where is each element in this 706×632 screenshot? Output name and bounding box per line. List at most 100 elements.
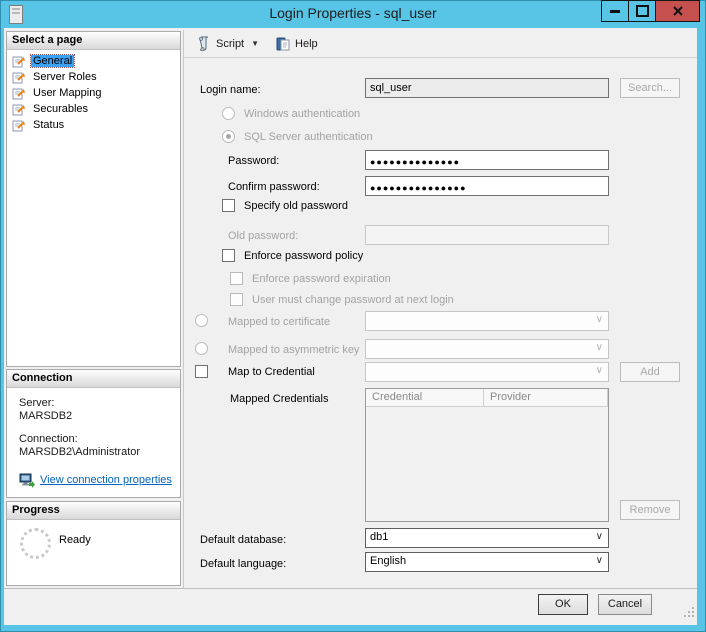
enforce-password-expiration-checkbox[interactable]	[230, 272, 243, 285]
sidebar-item-label: Securables	[31, 103, 90, 115]
connection-properties-icon	[19, 473, 35, 488]
credential-combobox[interactable]: ∨	[365, 362, 609, 382]
mapped-credentials-table[interactable]: Credential Provider	[365, 388, 609, 522]
specify-old-password-checkbox[interactable]	[222, 199, 235, 212]
connection-header: Connection	[7, 370, 180, 388]
sidebar-item-general[interactable]: General	[7, 53, 180, 69]
enforce-password-expiration-label: Enforce password expiration	[252, 273, 391, 285]
chevron-down-icon: ∨	[596, 365, 603, 376]
chevron-down-icon: ∨	[596, 342, 603, 353]
minimize-icon	[610, 10, 620, 13]
mapped-to-certificate-label: Mapped to certificate	[228, 316, 330, 328]
mapped-credentials-label: Mapped Credentials	[230, 393, 328, 405]
sidebar-item-securables[interactable]: Securables	[7, 101, 180, 117]
mapped-to-asymmetric-key-radio[interactable]	[195, 342, 208, 355]
login-name-label: Login name:	[200, 84, 261, 96]
progress-status: Ready	[59, 534, 91, 546]
map-to-credential-label: Map to Credential	[228, 366, 315, 378]
page-properties-icon	[12, 87, 26, 100]
select-page-header: Select a page	[7, 32, 180, 50]
enforce-password-policy-label: Enforce password policy	[244, 250, 363, 262]
page-properties-icon	[12, 71, 26, 84]
windows-authentication-label: Windows authentication	[244, 108, 360, 120]
confirm-password-input[interactable]	[365, 176, 609, 196]
close-button[interactable]	[655, 0, 700, 22]
search-button[interactable]: Search...	[620, 78, 680, 98]
mapped-to-asymmetric-key-label: Mapped to asymmetric key	[228, 344, 359, 356]
help-label: Help	[295, 38, 318, 50]
add-button[interactable]: Add	[620, 362, 680, 382]
sql-authentication-label: SQL Server authentication	[244, 131, 373, 143]
login-properties-window: Login Properties - sql_user Select a pag…	[0, 0, 706, 632]
remove-button[interactable]: Remove	[620, 500, 680, 520]
sql-authentication-radio[interactable]	[222, 130, 235, 143]
progress-header: Progress	[7, 502, 180, 520]
page-properties-icon	[12, 103, 26, 116]
sidebar-item-label: User Mapping	[31, 87, 103, 99]
chevron-down-icon: ∨	[596, 314, 603, 325]
default-language-combobox[interactable]: English ∨	[365, 552, 609, 572]
specify-old-password-label: Specify old password	[244, 200, 348, 212]
ok-button[interactable]: OK	[538, 594, 588, 615]
sidebar-item-label: General	[31, 55, 74, 67]
map-to-credential-checkbox[interactable]	[195, 365, 208, 378]
sidebar-item-label: Status	[31, 119, 66, 131]
maximize-button[interactable]	[628, 0, 656, 22]
provider-column-header[interactable]: Provider	[484, 389, 608, 407]
page-properties-icon	[12, 55, 26, 68]
script-scroll-icon	[196, 36, 212, 52]
maximize-icon	[636, 5, 649, 17]
old-password-input[interactable]	[365, 225, 609, 245]
progress-panel: Progress Ready	[6, 501, 181, 586]
default-language-label: Default language:	[200, 558, 286, 570]
connection-panel: Connection Server: MARSDB2 Connection: M…	[6, 369, 181, 498]
help-book-icon	[275, 36, 291, 52]
script-button[interactable]: Script ▼	[192, 33, 263, 55]
asymmetric-key-combobox[interactable]: ∨	[365, 339, 609, 359]
old-password-label: Old password:	[228, 230, 298, 242]
password-label: Password:	[228, 155, 279, 167]
script-label: Script	[216, 38, 244, 50]
table-header-row: Credential Provider	[366, 389, 608, 407]
view-connection-properties-link[interactable]: View connection properties	[40, 474, 172, 487]
confirm-password-label: Confirm password:	[228, 181, 320, 193]
certificate-combobox[interactable]: ∨	[365, 311, 609, 331]
default-database-value: db1	[370, 531, 388, 543]
default-database-combobox[interactable]: db1 ∨	[365, 528, 609, 548]
titlebar[interactable]: Login Properties - sql_user	[0, 0, 706, 28]
sidebar-item-server-roles[interactable]: Server Roles	[7, 69, 180, 85]
windows-authentication-radio[interactable]	[222, 107, 235, 120]
help-button[interactable]: Help	[271, 33, 322, 55]
window-controls	[602, 0, 700, 22]
must-change-password-checkbox[interactable]	[230, 293, 243, 306]
footer-bar	[4, 588, 697, 625]
panel-divider	[183, 30, 184, 588]
resize-grip-icon[interactable]	[683, 605, 695, 623]
mapped-to-certificate-radio[interactable]	[195, 314, 208, 327]
connection-value: MARSDB2\Administrator	[19, 446, 176, 459]
close-icon	[673, 6, 683, 16]
must-change-password-label: User must change password at next login	[252, 294, 454, 306]
toolbar: Script ▼ Help	[184, 30, 697, 58]
progress-spinner-icon	[20, 528, 51, 559]
password-input[interactable]	[365, 150, 609, 170]
page-properties-icon	[12, 119, 26, 132]
chevron-down-icon: ∨	[596, 555, 603, 566]
select-page-panel: Select a page General Server Roles User …	[6, 31, 181, 367]
chevron-down-icon: ▼	[251, 39, 259, 48]
credential-column-header[interactable]: Credential	[366, 389, 484, 407]
dialog-client-area: Select a page General Server Roles User …	[4, 28, 697, 625]
minimize-button[interactable]	[601, 0, 629, 22]
chevron-down-icon: ∨	[596, 531, 603, 542]
default-database-label: Default database:	[200, 534, 286, 546]
sidebar-item-label: Server Roles	[31, 71, 99, 83]
default-language-value: English	[370, 555, 406, 567]
sidebar-item-status[interactable]: Status	[7, 117, 180, 133]
cancel-button[interactable]: Cancel	[598, 594, 652, 615]
server-label: Server:	[19, 397, 176, 410]
enforce-password-policy-checkbox[interactable]	[222, 249, 235, 262]
connection-label: Connection:	[19, 433, 176, 446]
sidebar-item-user-mapping[interactable]: User Mapping	[7, 85, 180, 101]
login-name-input[interactable]	[365, 78, 609, 98]
server-value: MARSDB2	[19, 410, 176, 423]
